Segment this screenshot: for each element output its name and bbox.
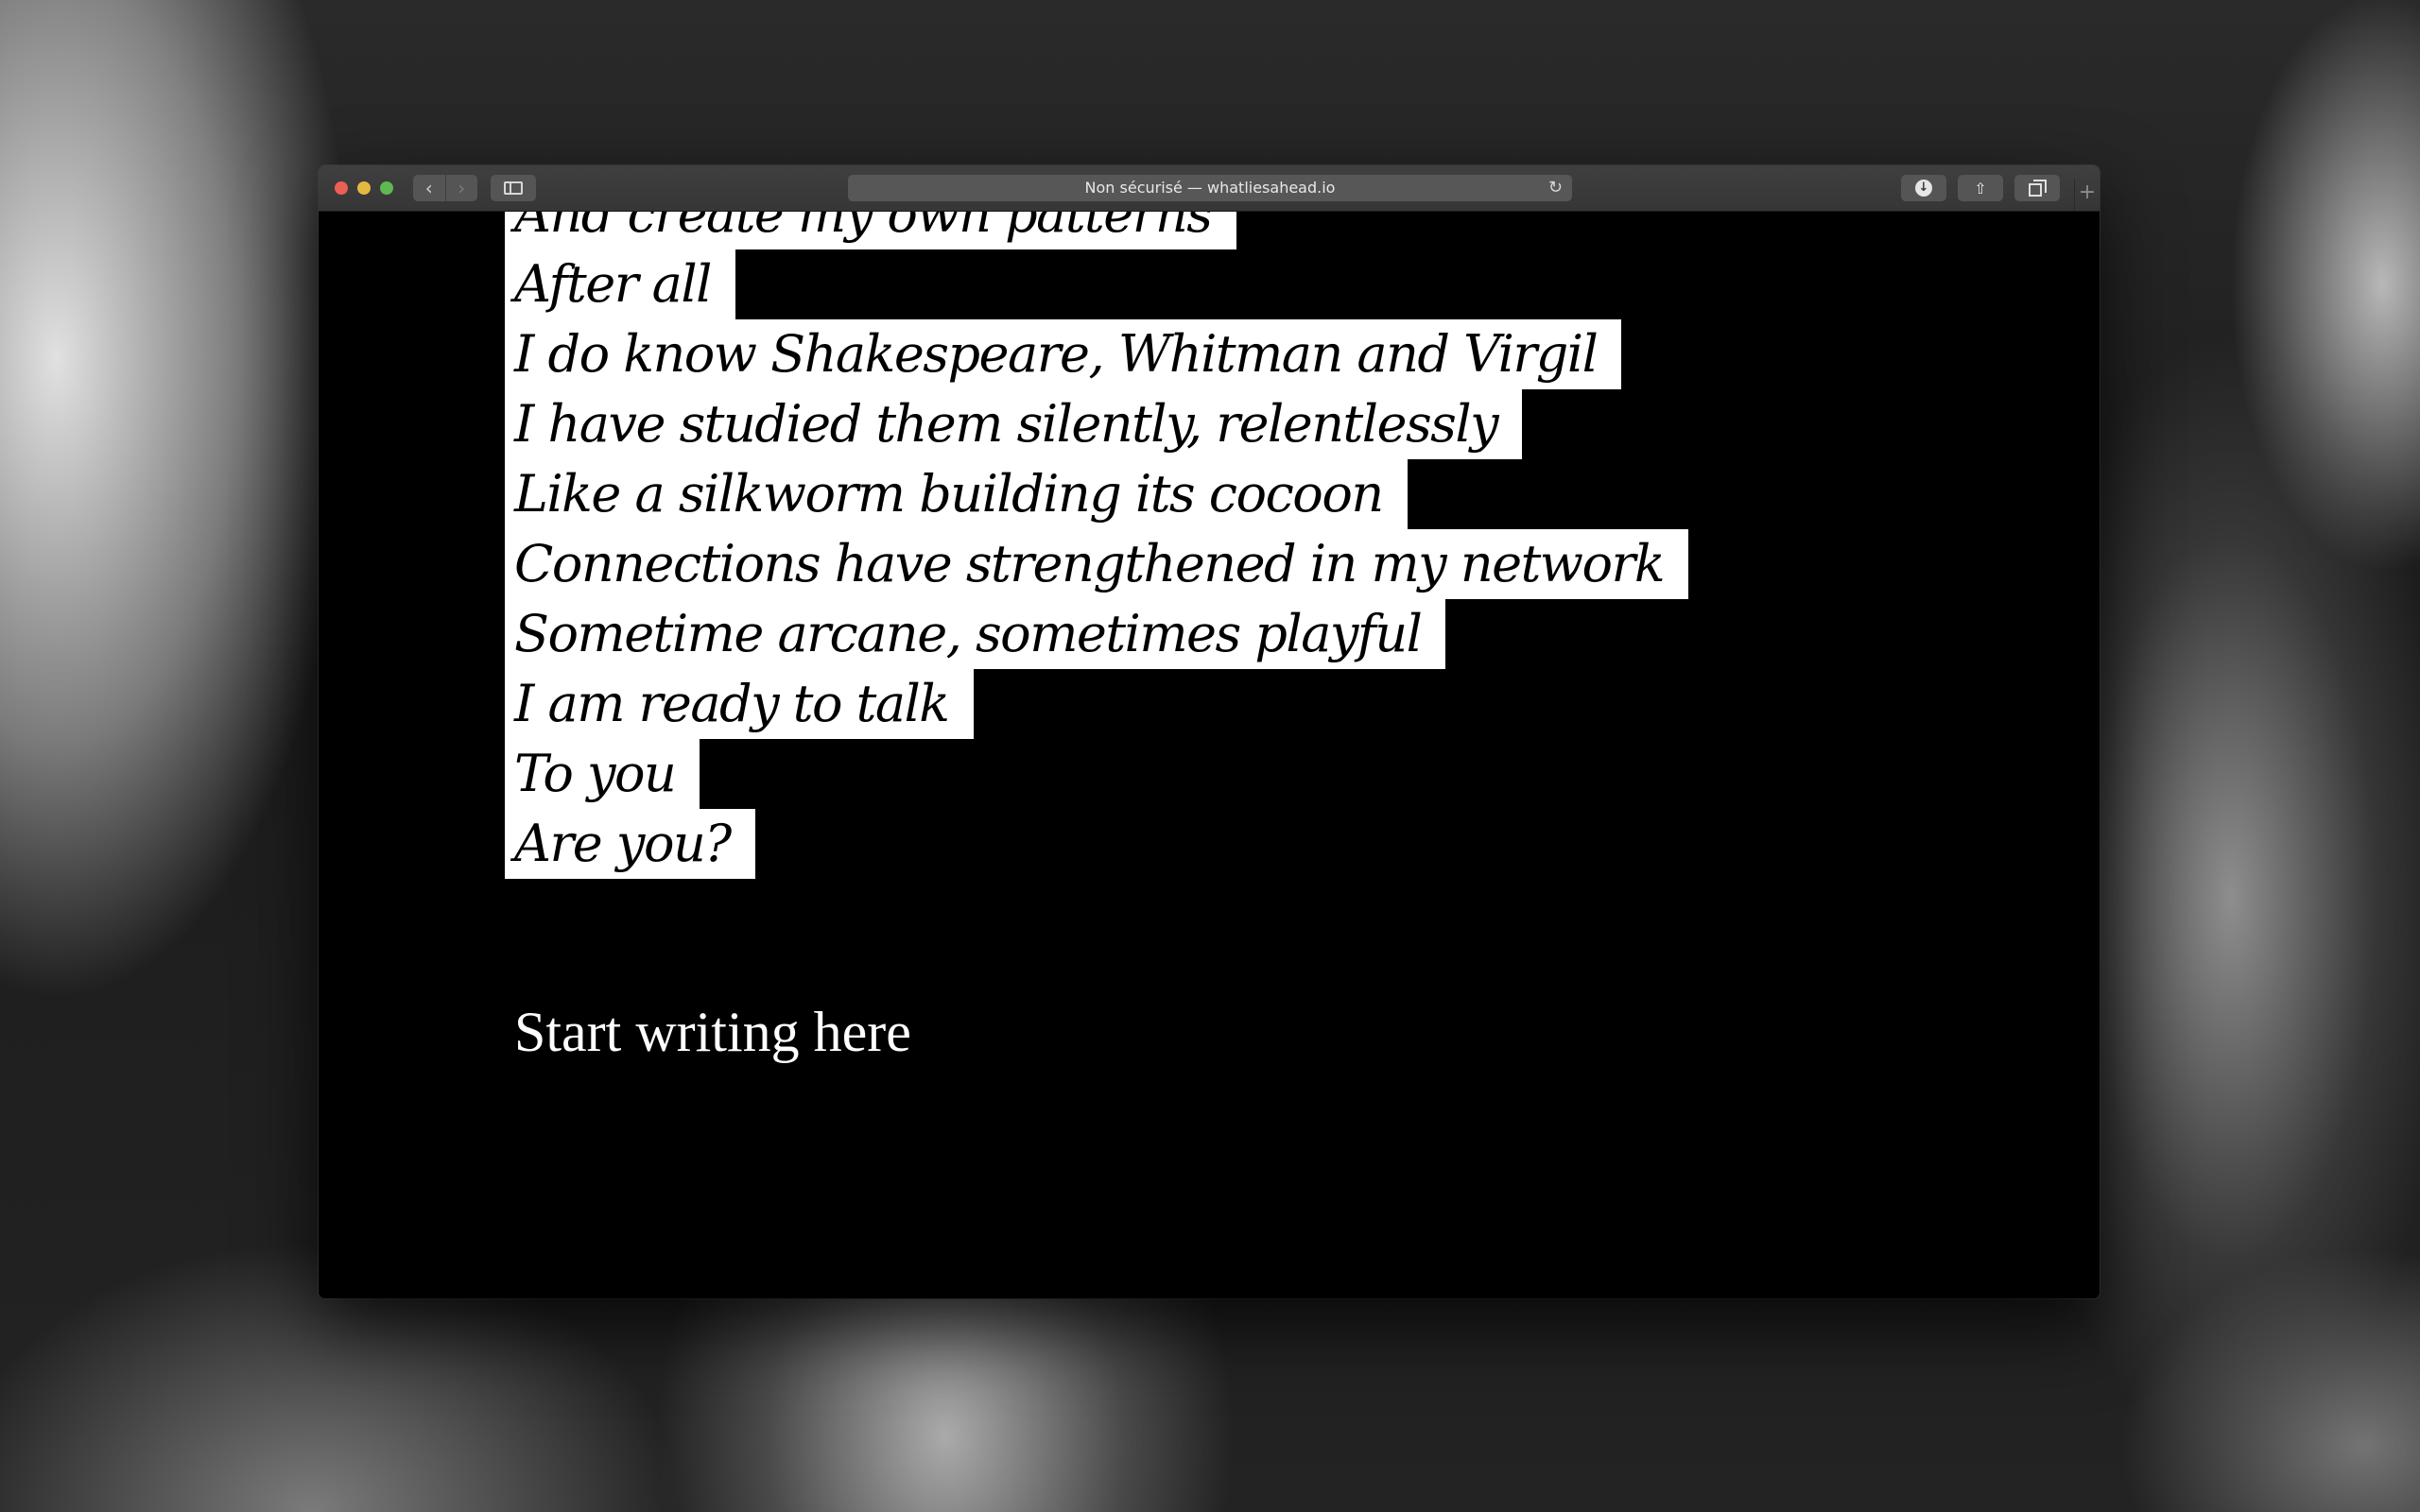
- poem-text: And create my own patterns After all I d…: [505, 212, 1689, 879]
- downloads-button[interactable]: ↓: [1901, 175, 1946, 201]
- tabs-overview-button[interactable]: [2014, 175, 2060, 201]
- page-content: And create my own patterns After all I d…: [319, 212, 2100, 1298]
- poem-line: I am ready to talk: [505, 669, 974, 739]
- sidebar-icon: [504, 181, 523, 195]
- back-button[interactable]: ‹: [413, 175, 445, 201]
- address-text: Non sécurisé — whatliesahead.io: [1084, 179, 1336, 197]
- poem-line: Like a silkworm building its cocoon: [505, 459, 1408, 529]
- address-bar[interactable]: Non sécurisé — whatliesahead.io ↻: [848, 175, 1572, 201]
- forward-button[interactable]: ›: [444, 175, 478, 201]
- tabs-overview-icon: [2029, 180, 2047, 197]
- sidebar-toggle-button[interactable]: [491, 175, 536, 201]
- plus-icon: +: [2078, 180, 2097, 204]
- poem-line: To you: [505, 739, 700, 809]
- new-tab-button[interactable]: +: [2074, 179, 2100, 211]
- poem-line: Connections have strengthened in my netw…: [505, 529, 1689, 599]
- poem-line: Sometime arcane, sometimes playful: [505, 599, 1446, 669]
- poem-line: I do know Shakespeare, Whitman and Virgi…: [505, 319, 1622, 389]
- poem-line: Are you?: [505, 809, 755, 879]
- close-window-button[interactable]: [335, 181, 348, 195]
- poem-line: And create my own patterns: [505, 212, 1236, 249]
- minimize-window-button[interactable]: [357, 181, 371, 195]
- maximize-window-button[interactable]: [380, 181, 393, 195]
- share-icon: ⇧: [1974, 179, 1987, 198]
- download-icon: ↓: [1915, 180, 1932, 197]
- chevron-left-icon: ‹: [424, 177, 433, 199]
- chevron-right-icon: ›: [458, 177, 466, 199]
- writing-input[interactable]: Start writing here: [514, 1004, 911, 1060]
- browser-window: ‹ › Non sécurisé — whatliesahead.io ↻ ↓ …: [319, 165, 2100, 1298]
- share-button[interactable]: ⇧: [1958, 175, 2003, 201]
- browser-toolbar: ‹ › Non sécurisé — whatliesahead.io ↻ ↓ …: [319, 165, 2100, 212]
- reload-icon[interactable]: ↻: [1548, 175, 1563, 201]
- poem-line: I have studied them silently, relentless…: [505, 389, 1523, 459]
- navigation-buttons: ‹ ›: [413, 175, 477, 201]
- poem-line: After all: [505, 249, 735, 319]
